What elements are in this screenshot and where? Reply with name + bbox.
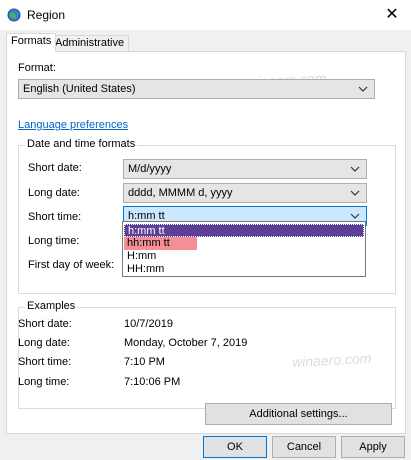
example-value: 10/7/2019 xyxy=(124,318,173,330)
title-bar: Region ✕ xyxy=(0,0,411,30)
long-date-label: Long date: xyxy=(28,187,80,199)
chevron-down-icon xyxy=(350,190,360,196)
short-date-value: M/d/yyyy xyxy=(128,163,172,175)
tab-formats[interactable]: Formats xyxy=(6,33,57,52)
long-time-label: Long time: xyxy=(28,235,80,247)
example-label: Long date: xyxy=(18,337,70,349)
example-label: Short time: xyxy=(18,356,72,368)
short-time-label: Short time: xyxy=(28,211,82,223)
group-legend: Examples xyxy=(25,300,78,312)
tab-administrative[interactable]: Administrative xyxy=(50,35,130,51)
example-value: 7:10:06 PM xyxy=(124,376,181,388)
dropdown-option[interactable]: H:mm xyxy=(124,250,156,263)
example-value: 7:10 PM xyxy=(124,356,165,368)
format-value: English (United States) xyxy=(23,83,136,95)
close-icon: ✕ xyxy=(385,6,399,23)
ok-button[interactable]: OK xyxy=(203,436,267,458)
additional-settings-button[interactable]: Additional settings... xyxy=(205,403,392,425)
language-preferences-link[interactable]: Language preferences xyxy=(18,119,128,131)
group-legend: Date and time formats xyxy=(25,138,138,150)
apply-button[interactable]: Apply xyxy=(341,436,405,458)
long-date-combobox[interactable]: dddd, MMMM d, yyyy xyxy=(123,183,367,203)
chevron-down-icon xyxy=(350,166,360,172)
format-combobox[interactable]: English (United States) xyxy=(18,79,375,99)
example-value: Monday, October 7, 2019 xyxy=(124,337,248,349)
short-date-combobox[interactable]: M/d/yyyy xyxy=(123,159,367,179)
dropdown-option[interactable]: HH:mm xyxy=(124,263,164,276)
long-date-value: dddd, MMMM d, yyyy xyxy=(128,187,233,199)
format-label: Format: xyxy=(18,62,56,74)
cancel-button[interactable]: Cancel xyxy=(272,436,336,458)
dropdown-option[interactable]: h:mm tt xyxy=(124,224,364,237)
dropdown-option[interactable]: hh:mm tt xyxy=(124,237,197,250)
short-time-dropdown-list: h:mm tt hh:mm tt H:mm HH:mm xyxy=(122,221,366,277)
example-label: Long time: xyxy=(18,376,70,388)
close-button[interactable]: ✕ xyxy=(381,4,403,26)
chevron-down-icon xyxy=(358,86,368,92)
examples-group: Examples xyxy=(18,300,396,409)
window-title: Region xyxy=(27,8,66,22)
globe-icon xyxy=(7,8,21,22)
example-label: Short date: xyxy=(18,318,72,330)
first-day-label: First day of week: xyxy=(28,259,115,271)
short-date-label: Short date: xyxy=(28,162,82,174)
